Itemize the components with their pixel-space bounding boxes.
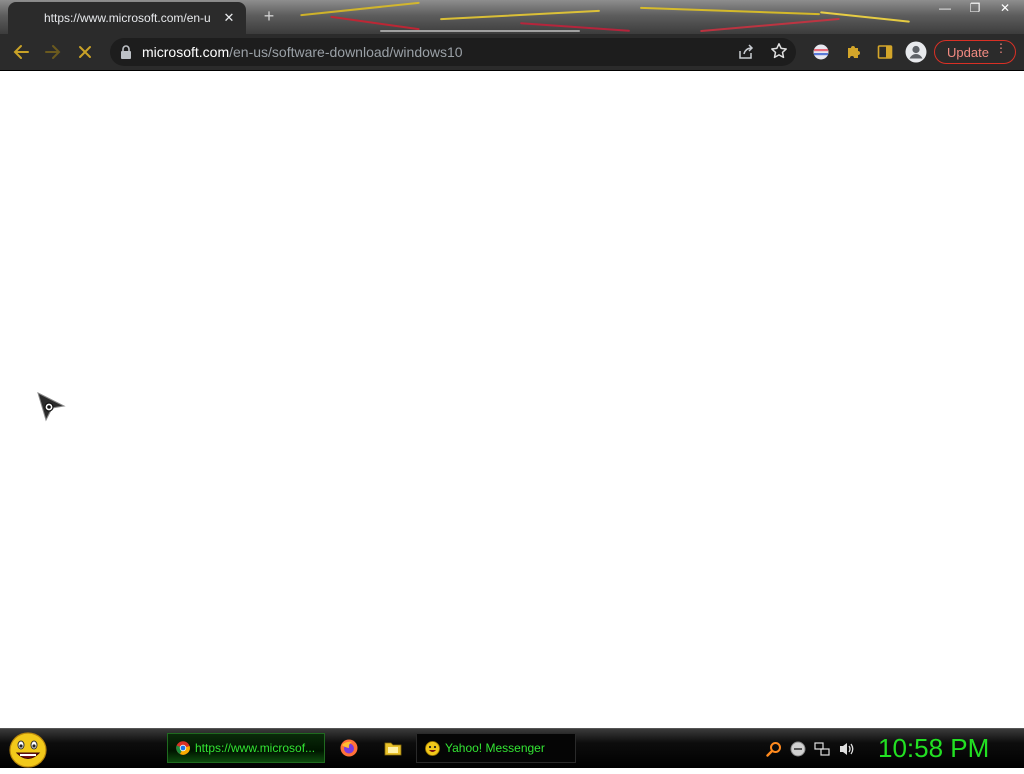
folder-icon xyxy=(384,742,402,756)
quick-launch-folder[interactable] xyxy=(384,739,402,762)
new-tab-button[interactable]: + xyxy=(258,6,280,27)
side-panel-icon xyxy=(877,45,893,59)
yahoo-smiley-icon xyxy=(425,740,440,756)
profile-icon xyxy=(905,41,927,63)
forward-button[interactable] xyxy=(40,40,66,64)
title-bar: https://www.microsoft.com/en-u ✕ + — ❐ ✕ xyxy=(0,0,1024,34)
taskbar-yahoo-task[interactable]: Yahoo! Messenger xyxy=(416,733,576,763)
quick-launch-firefox[interactable] xyxy=(340,739,358,762)
taskbar: https://www.microsof... Yahoo! Messenger xyxy=(0,728,1024,768)
browser-toolbar: microsoft.com/en-us/software-download/wi… xyxy=(0,34,1024,70)
minimize-button[interactable]: — xyxy=(930,0,960,16)
flag-extension-button[interactable] xyxy=(808,40,834,64)
star-icon[interactable] xyxy=(770,42,788,60)
system-tray xyxy=(766,741,856,757)
mouse-cursor-icon xyxy=(37,392,66,422)
lock-icon xyxy=(121,45,131,59)
url-path: /en-us/software-download/windows10 xyxy=(229,44,463,60)
smiley-start-icon xyxy=(9,732,47,768)
share-icon[interactable] xyxy=(738,44,754,60)
taskbar-clock[interactable]: 10:58 PM xyxy=(878,733,989,764)
firefox-icon xyxy=(340,739,358,757)
update-button[interactable]: Update ⋮ xyxy=(934,40,1016,64)
tab-title: https://www.microsoft.com/en-u xyxy=(44,11,211,25)
back-button[interactable] xyxy=(8,40,34,64)
stop-button[interactable] xyxy=(72,40,98,64)
taskbar-chrome-task[interactable]: https://www.microsof... xyxy=(167,733,325,763)
forward-icon xyxy=(45,45,61,59)
menu-dots-icon[interactable]: ⋮ xyxy=(995,42,1007,54)
page-content[interactable] xyxy=(0,70,1024,728)
back-icon xyxy=(13,45,29,59)
puzzle-extension-icon xyxy=(848,46,860,58)
search-icon[interactable] xyxy=(766,741,782,757)
url-text: microsoft.com/en-us/software-download/wi… xyxy=(142,44,463,60)
url-host: microsoft.com xyxy=(142,44,230,60)
close-window-button[interactable]: ✕ xyxy=(990,0,1020,16)
address-bar[interactable]: microsoft.com/en-us/software-download/wi… xyxy=(110,38,796,66)
side-panel-button[interactable] xyxy=(872,40,898,64)
stop-icon xyxy=(79,46,91,58)
volume-icon[interactable] xyxy=(838,741,856,757)
network-icon[interactable] xyxy=(814,741,830,757)
extensions-button[interactable] xyxy=(840,40,866,64)
task-label: Yahoo! Messenger xyxy=(445,741,545,755)
tab-close-icon[interactable]: ✕ xyxy=(220,10,238,26)
update-label: Update xyxy=(947,44,989,60)
chrome-icon xyxy=(176,741,190,755)
window-controls: — ❐ ✕ xyxy=(930,0,1020,16)
task-label: https://www.microsof... xyxy=(195,741,316,755)
profile-button[interactable] xyxy=(903,40,929,64)
browser-tab[interactable]: https://www.microsoft.com/en-u ✕ xyxy=(8,2,246,34)
messenger-status-icon[interactable] xyxy=(790,741,806,757)
restore-button[interactable]: ❐ xyxy=(960,0,990,16)
flag-extension-icon xyxy=(813,44,829,60)
